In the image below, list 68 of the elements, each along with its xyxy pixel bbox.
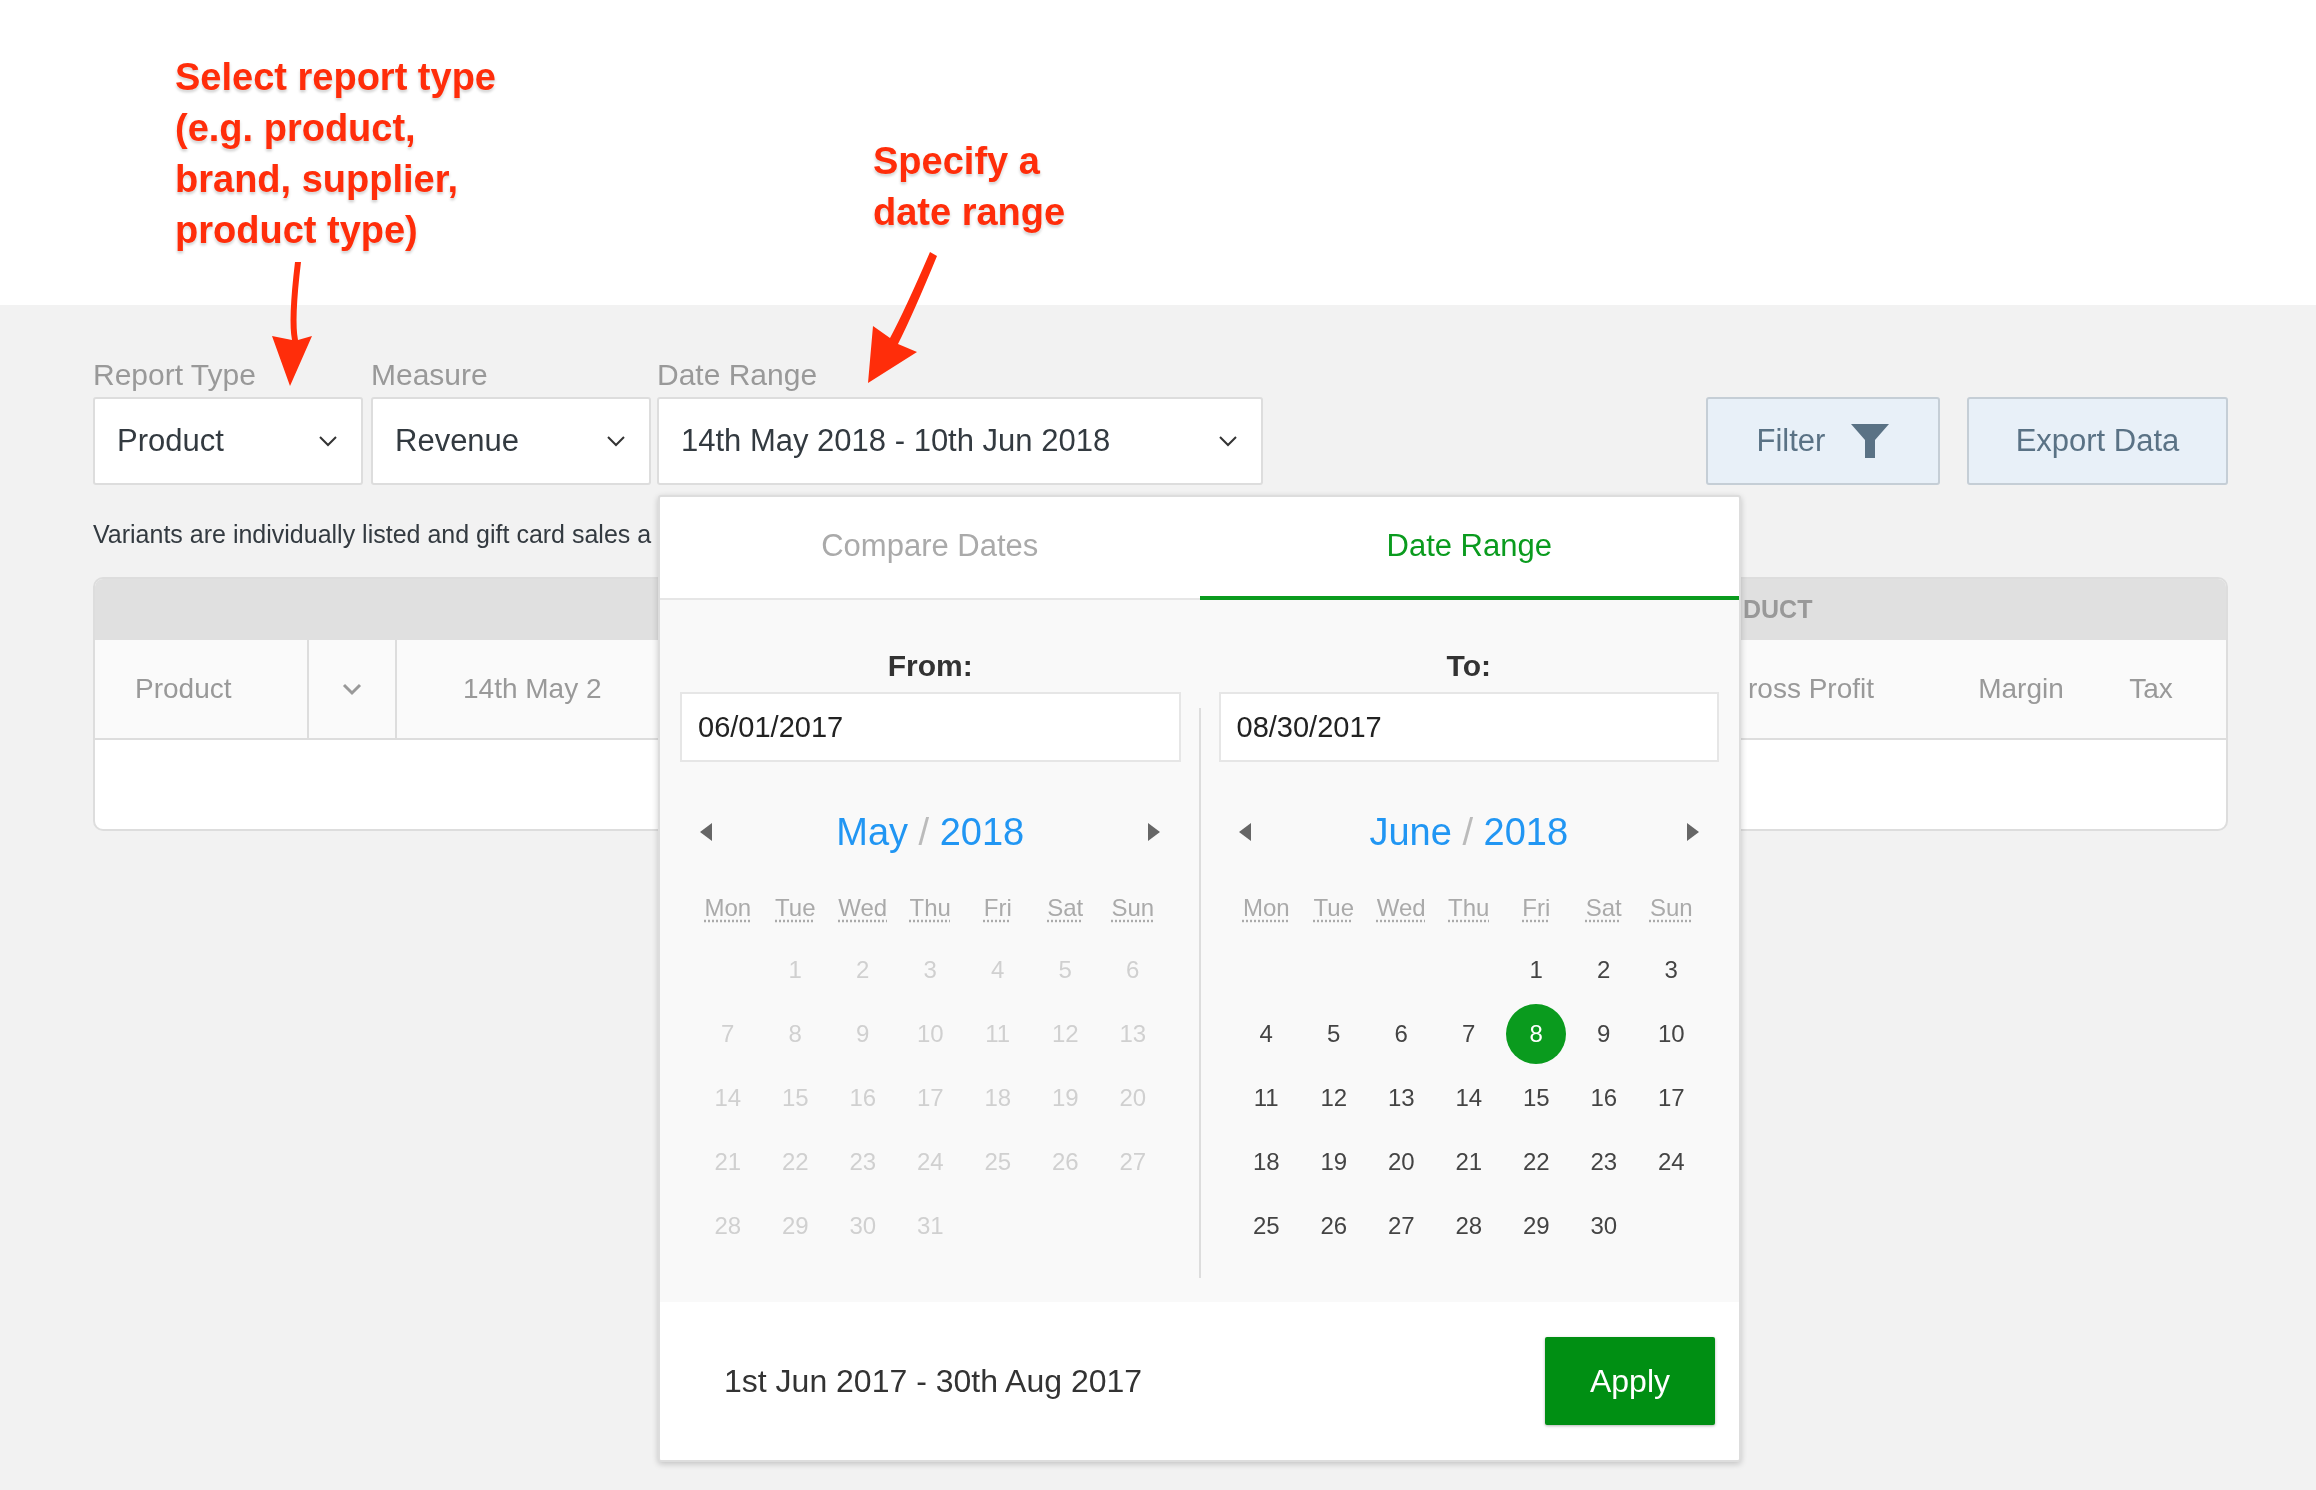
weekday-label: Wed (838, 893, 888, 923)
calendar-day[interactable]: 22 (1506, 1132, 1567, 1192)
calendar-day[interactable]: 10 (1641, 1004, 1702, 1064)
dropdown-select[interactable]: Product (93, 397, 363, 485)
date-input[interactable]: 08/30/2017 (1218, 692, 1719, 762)
weekday-label: Sat (1047, 893, 1084, 923)
calendar-day[interactable]: 16 (1573, 1068, 1634, 1128)
dropdown-select[interactable]: Revenue (371, 397, 651, 485)
calendar-day[interactable]: 1 (1506, 940, 1567, 1000)
range-label: From: (887, 648, 973, 684)
calendar-day[interactable]: 24 (1641, 1132, 1702, 1192)
calendar-day[interactable]: 6 (1371, 1004, 1432, 1064)
weekday-label: Fri (1522, 893, 1551, 923)
range-summary: 1st Jun 2017 - 30th Aug 2017 (724, 1362, 1143, 1401)
calendar-day[interactable]: 21 (1438, 1132, 1499, 1192)
calendar-day[interactable]: 18 (1236, 1132, 1297, 1192)
annotation-text: Specify a date range (873, 139, 1066, 235)
calendar-day[interactable]: 3 (1641, 940, 1702, 1000)
calendar-day[interactable]: 2 (1573, 940, 1634, 1000)
calendar-day[interactable]: 27 (1371, 1196, 1432, 1256)
calendar-day[interactable]: 29 (1506, 1196, 1567, 1256)
weekday-label: Mon (704, 893, 752, 923)
weekday-label: Thu (909, 893, 951, 923)
field-label: Date Range (657, 357, 819, 393)
filter-button[interactable]: Filter (1706, 397, 1940, 485)
apply-button[interactable]: Apply (1545, 1337, 1715, 1425)
weekday-label: Fri (983, 893, 1012, 923)
calendar-day[interactable]: 9 (1573, 1004, 1634, 1064)
next-month-icon (1685, 821, 1701, 843)
calendar-day[interactable]: 8 (1506, 1004, 1567, 1064)
prev-month-icon (698, 821, 714, 843)
calendar-day[interactable]: 20 (1371, 1132, 1432, 1192)
date-input[interactable]: 06/01/2017 (680, 692, 1181, 762)
calendar-day[interactable]: 14 (1438, 1068, 1499, 1128)
weekday-label: Sat (1585, 893, 1622, 923)
weekday-label: Wed (1376, 893, 1426, 923)
field-label: Report Type (93, 357, 257, 393)
calendar-day[interactable]: 15 (1506, 1068, 1567, 1128)
calendar-day[interactable]: 4 (1236, 1004, 1297, 1064)
calendar-day[interactable]: 7 (1438, 1004, 1499, 1064)
range-label: To: (1446, 648, 1491, 684)
calendar-day[interactable]: 11 (1236, 1068, 1297, 1128)
note-text: Variants are individually listed and gift card sales a (93, 519, 652, 549)
weekday-label: Mon (1242, 893, 1290, 923)
calendar-day[interactable]: 19 (1303, 1132, 1364, 1192)
calendar-day[interactable]: 30 (1573, 1196, 1634, 1256)
calendar-day[interactable]: 17 (1641, 1068, 1702, 1128)
export-button[interactable]: Export Data (1967, 397, 2228, 485)
weekday-label: Thu (1448, 893, 1490, 923)
chevron-down-icon (341, 682, 363, 696)
funnel-icon (1851, 424, 1890, 458)
calendar-day[interactable]: 25 (1236, 1196, 1297, 1256)
dropdown-select[interactable]: 14th May 2018 - 10th Jun 2018 (657, 397, 1263, 485)
calendar-day[interactable]: 12 (1303, 1068, 1364, 1128)
annotation-text: Select report type (e.g. product, brand, supplier, product type) (175, 55, 496, 253)
chevron-down-icon (1217, 434, 1239, 448)
field-label: Measure (371, 357, 489, 393)
calendar-day[interactable]: 23 (1573, 1132, 1634, 1192)
chevron-down-icon (605, 434, 627, 448)
chevron-down-icon (317, 434, 339, 448)
calendar-day[interactable]: 26 (1303, 1196, 1364, 1256)
weekday-label: Tue (775, 893, 816, 923)
weekday-label: Sun (1649, 893, 1693, 923)
calendar-day[interactable]: 5 (1303, 1004, 1364, 1064)
calendar-day[interactable]: 28 (1438, 1196, 1499, 1256)
weekday-label: Tue (1313, 893, 1354, 923)
weekday-label: Sun (1111, 893, 1155, 923)
calendar-day[interactable]: 13 (1371, 1068, 1432, 1128)
